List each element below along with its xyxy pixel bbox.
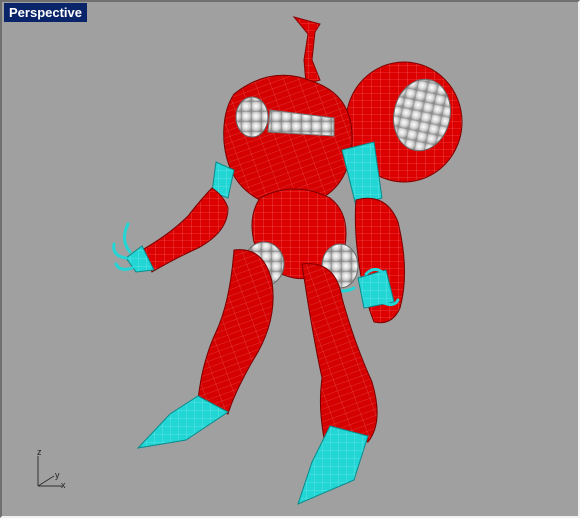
world-axes-widget: z y x (28, 446, 72, 497)
robot-model[interactable] (2, 2, 578, 516)
axis-x-label: x (61, 480, 66, 490)
perspective-viewport[interactable]: Perspective z y x (0, 0, 580, 518)
axis-z-label: z (37, 447, 42, 457)
left-leg (136, 249, 274, 449)
axis-y-label: y (55, 470, 60, 480)
left-arm (112, 161, 235, 273)
antenna (292, 16, 321, 85)
